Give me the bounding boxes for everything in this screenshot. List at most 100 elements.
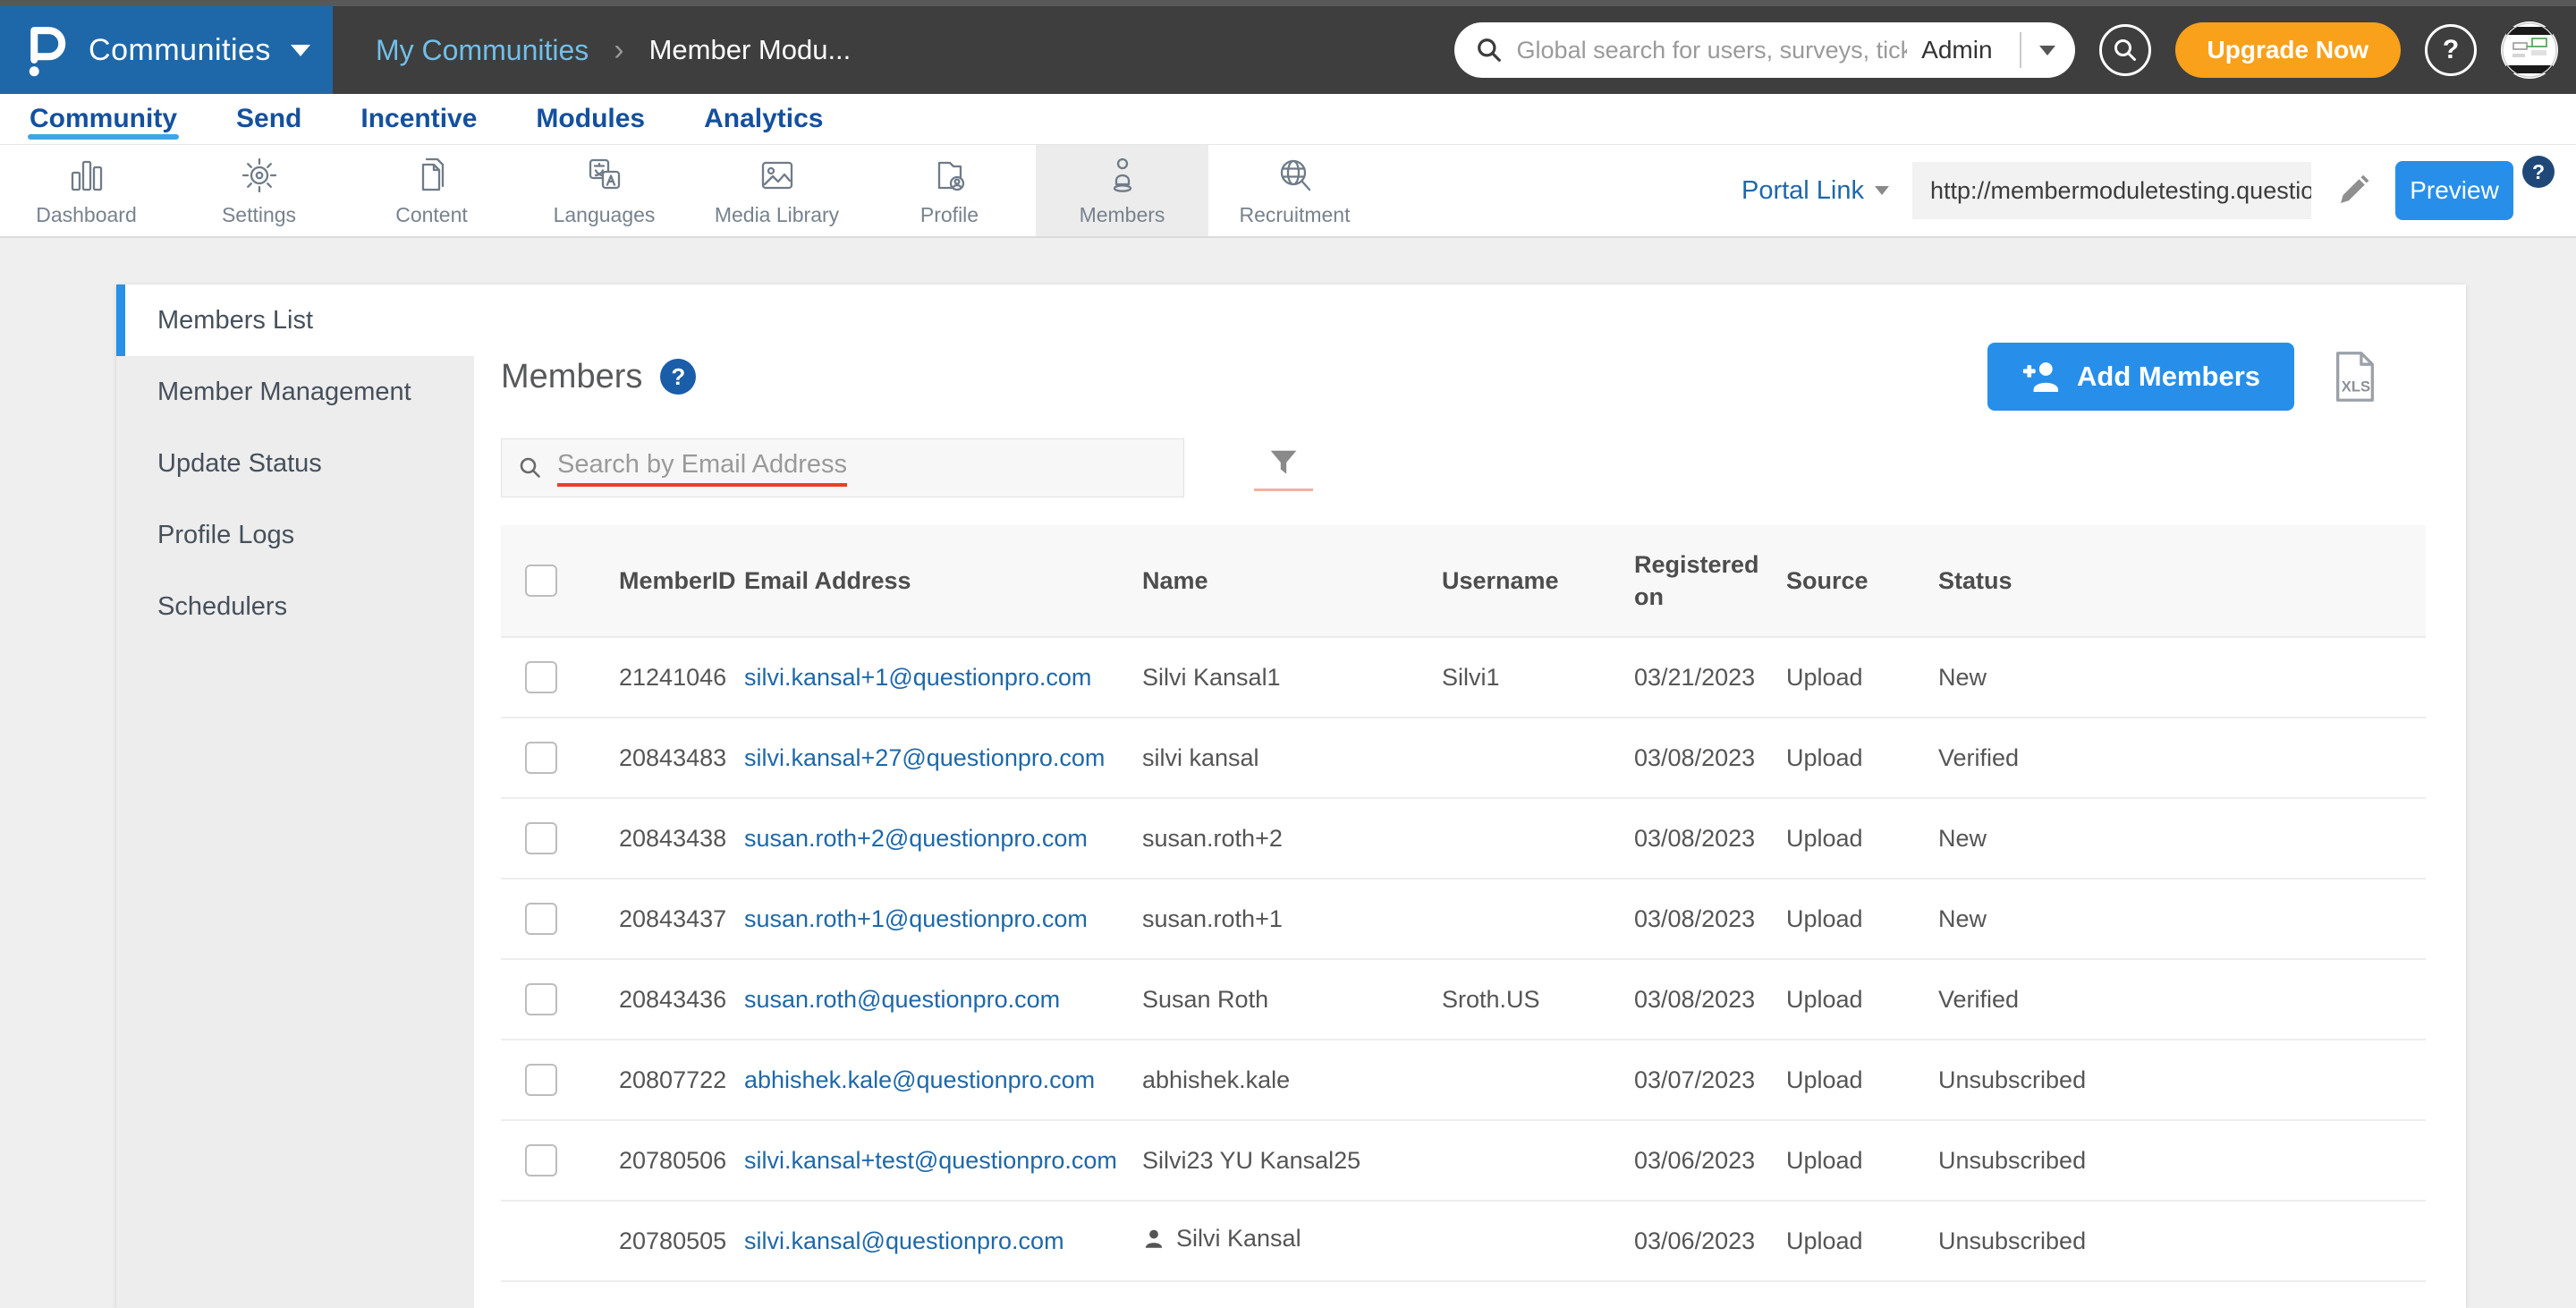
cell-source: Upload — [1783, 798, 1935, 879]
breadcrumb-parent-link[interactable]: My Communities — [376, 34, 589, 67]
module-tabs: Dashboard Settings Content Languages — [0, 145, 1381, 236]
cell-email: susan.roth+1@questionpro.com — [741, 879, 1139, 959]
email-link[interactable]: susan.roth@questionpro.com — [744, 986, 1060, 1013]
preview-help-button[interactable]: ? — [2522, 156, 2555, 188]
cell-status: Unsubscribed — [1935, 1201, 2426, 1281]
cell-email: abhishek.kale@questionpro.com — [741, 1040, 1139, 1120]
search-icon — [2113, 38, 2138, 63]
product-switcher[interactable]: Communities — [0, 6, 333, 94]
email-link[interactable]: susan.roth+2@questionpro.com — [744, 825, 1088, 852]
nav-item-community[interactable]: Community — [30, 94, 177, 144]
export-xls-button[interactable]: XLS — [2334, 351, 2377, 403]
email-link[interactable]: silvi.kansal+1@questionpro.com — [744, 664, 1091, 691]
row-checkbox[interactable] — [525, 903, 557, 935]
tab-settings[interactable]: Settings — [173, 145, 345, 236]
xls-file-icon: XLS — [2334, 351, 2377, 403]
member-search-input[interactable]: Search by Email Address — [501, 438, 1184, 497]
tab-profile[interactable]: Profile — [863, 145, 1036, 236]
breadcrumb-current: Member Modu... — [649, 34, 852, 66]
cell-username — [1438, 879, 1631, 959]
tab-media-library[interactable]: Media Library — [691, 145, 863, 236]
tab-members[interactable]: Members — [1036, 145, 1208, 236]
cell-name: silvi kansal — [1139, 718, 1438, 798]
cell-source: Upload — [1783, 959, 1935, 1040]
cell-member-id: 20843436 — [615, 959, 741, 1040]
product-label: Communities — [89, 33, 271, 68]
help-button[interactable]: ? — [2425, 24, 2477, 76]
tab-label: Media Library — [715, 203, 839, 227]
cell-registered: 03/08/2023 — [1631, 879, 1783, 959]
email-link[interactable]: susan.roth+1@questionpro.com — [744, 905, 1088, 932]
row-checkbox[interactable] — [525, 983, 557, 1015]
globe-search-icon — [1272, 154, 1318, 197]
tab-dashboard[interactable]: Dashboard — [0, 145, 173, 236]
svg-text:XLS: XLS — [2342, 378, 2370, 395]
cell-member-id: 20780506 — [615, 1120, 741, 1201]
portal-url-field[interactable]: http://membermoduletesting.questio — [1912, 162, 2311, 219]
gear-icon — [236, 154, 283, 197]
cell-email: silvi.kansal+1@questionpro.com — [741, 637, 1139, 718]
members-help-button[interactable]: ? — [660, 359, 696, 395]
cell-email: silvi.kansal+test@questionpro.com — [741, 1120, 1139, 1201]
table-row: 20843437 susan.roth+1@questionpro.com su… — [501, 879, 2426, 959]
cell-username — [1438, 798, 1631, 879]
tab-languages[interactable]: Languages — [518, 145, 691, 236]
questionpro-logo-icon — [22, 22, 69, 78]
cell-member-id: 20843438 — [615, 798, 741, 879]
top-bar: Communities My Communities › Member Modu… — [0, 0, 2576, 94]
topbar-actions: Admin Upgrade Now ? — [1454, 6, 2576, 94]
sidebar-item-members-list[interactable]: Members List — [116, 285, 474, 356]
select-all-checkbox[interactable] — [525, 565, 557, 597]
email-link[interactable]: silvi.kansal@questionpro.com — [744, 1227, 1064, 1254]
cell-status: New — [1935, 798, 2426, 879]
search-scope-label[interactable]: Admin — [1921, 36, 1992, 64]
row-checkbox[interactable] — [525, 742, 557, 774]
member-name: susan.roth+2 — [1142, 825, 1283, 852]
cell-username — [1438, 1120, 1631, 1201]
tab-recruitment[interactable]: Recruitment — [1208, 145, 1381, 236]
search-submit-button[interactable] — [2099, 24, 2151, 76]
breadcrumb-separator: › — [614, 33, 623, 68]
row-checkbox[interactable] — [525, 1064, 557, 1096]
sidebar-item-update-status[interactable]: Update Status — [116, 428, 474, 499]
nav-item-incentive[interactable]: Incentive — [360, 94, 477, 144]
sidebar-item-profile-logs[interactable]: Profile Logs — [116, 499, 474, 571]
cell-source: Upload — [1783, 1201, 1935, 1281]
email-link[interactable]: silvi.kansal+test@questionpro.com — [744, 1147, 1117, 1174]
nav-item-analytics[interactable]: Analytics — [704, 94, 823, 144]
cell-username — [1438, 718, 1631, 798]
portal-link-dropdown[interactable]: Portal Link — [1741, 176, 1889, 206]
col-header-username: Username — [1438, 525, 1631, 637]
email-link[interactable]: abhishek.kale@questionpro.com — [744, 1066, 1095, 1093]
upgrade-now-button[interactable]: Upgrade Now — [2175, 22, 2401, 78]
tab-label: Content — [395, 203, 468, 227]
table-row: 21241046 silvi.kansal+1@questionpro.com … — [501, 637, 2426, 718]
nav-item-send[interactable]: Send — [236, 94, 301, 144]
row-checkbox[interactable] — [525, 1144, 557, 1176]
table-header-row: MemberID Email Address Name Username Reg… — [501, 525, 2426, 637]
nav-item-modules[interactable]: Modules — [536, 94, 645, 144]
scope-chevron-down-icon[interactable] — [2039, 46, 2055, 55]
table-row: 20843483 silvi.kansal+27@questionpro.com… — [501, 718, 2426, 798]
tab-label: Languages — [554, 203, 656, 227]
col-header-status: Status — [1935, 525, 2426, 637]
cell-registered: 03/08/2023 — [1631, 718, 1783, 798]
avatar[interactable] — [2501, 21, 2558, 79]
filter-button[interactable] — [1254, 445, 1313, 491]
cell-status: Verified — [1935, 718, 2426, 798]
cell-registered: 03/07/2023 — [1631, 1040, 1783, 1120]
preview-button[interactable]: Preview — [2395, 161, 2513, 220]
global-search-input[interactable] — [1517, 37, 1908, 64]
sidebar-item-member-management[interactable]: Member Management — [116, 356, 474, 428]
row-checkbox[interactable] — [525, 661, 557, 693]
person-add-icon — [2021, 361, 2061, 393]
row-checkbox[interactable] — [525, 822, 557, 854]
edit-url-button[interactable] — [2334, 172, 2372, 209]
cell-source: Upload — [1783, 718, 1935, 798]
sidebar-item-schedulers[interactable]: Schedulers — [116, 571, 474, 642]
add-members-button[interactable]: Add Members — [1987, 343, 2294, 411]
tab-content[interactable]: Content — [345, 145, 518, 236]
cell-name: abhishek.kale — [1139, 1040, 1438, 1120]
email-link[interactable]: silvi.kansal+27@questionpro.com — [744, 744, 1105, 771]
cell-registered: 03/06/2023 — [1631, 1201, 1783, 1281]
